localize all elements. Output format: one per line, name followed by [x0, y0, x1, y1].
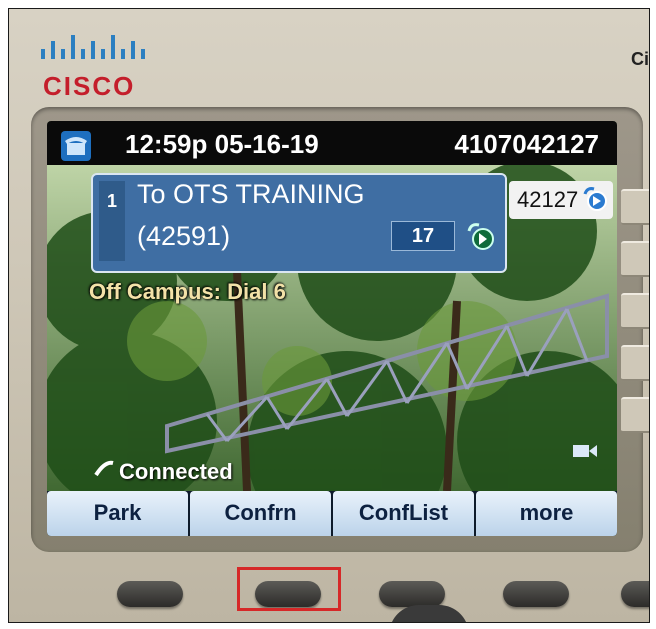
line-extension-label[interactable]: 42127: [509, 181, 613, 219]
side-line-buttons: [621, 189, 649, 449]
call-number: (42591): [137, 221, 231, 251]
active-call-panel[interactable]: 1 To OTS TRAINING (42591) 17: [91, 173, 507, 273]
call-state-text: Connected: [119, 459, 233, 484]
handset-icon: [94, 460, 114, 477]
line-call-icon: [583, 187, 607, 211]
cisco-logo: CISCO: [39, 31, 159, 101]
extension-number: 42127: [517, 187, 579, 212]
softkey-park[interactable]: Park: [47, 491, 188, 536]
hardware-softkey-4[interactable]: [503, 581, 569, 607]
line-button[interactable]: [621, 241, 649, 277]
hardware-softkey-1[interactable]: [117, 581, 183, 607]
call-name: To OTS TRAINING: [137, 179, 365, 209]
model-label-partial: Ci: [631, 49, 649, 69]
line-button[interactable]: [621, 345, 649, 381]
hardware-softkey-3[interactable]: [379, 581, 445, 607]
line-number-badge: 1: [99, 181, 125, 261]
call-state: Connected: [93, 459, 233, 485]
phone-handset-icon: [61, 131, 91, 161]
call-duration: 17: [391, 221, 455, 251]
softkey-conflist[interactable]: ConfList: [333, 491, 474, 536]
cisco-wordmark: CISCO: [43, 71, 136, 101]
line-button[interactable]: [621, 189, 649, 225]
cisco-bridge-icon: [41, 35, 145, 59]
status-bar: 12:59p 05-16-19 4107042127: [47, 121, 617, 165]
softkey-confrn[interactable]: Confrn: [190, 491, 331, 536]
line-button[interactable]: [621, 293, 649, 329]
call-active-icon: [467, 223, 494, 250]
off-campus-banner: Off Campus: Dial 6: [89, 279, 286, 304]
video-camera-icon: [573, 445, 597, 457]
highlighted-button-box: [237, 567, 341, 611]
softkey-more[interactable]: more: [476, 491, 617, 536]
softkey-bar: Park Confrn ConfList more: [47, 491, 617, 536]
phone-photo-frame: CISCO Ci 12:59p 05-16-19 4107042127 1 To…: [8, 8, 650, 623]
time-date: 12:59p 05-16-19: [125, 129, 319, 159]
line-button[interactable]: [621, 397, 649, 433]
hardware-softkey-5[interactable]: [621, 581, 649, 607]
phone-number: 4107042127: [454, 129, 599, 159]
phone-screen: 12:59p 05-16-19 4107042127 1 To OTS TRAI…: [47, 121, 617, 536]
